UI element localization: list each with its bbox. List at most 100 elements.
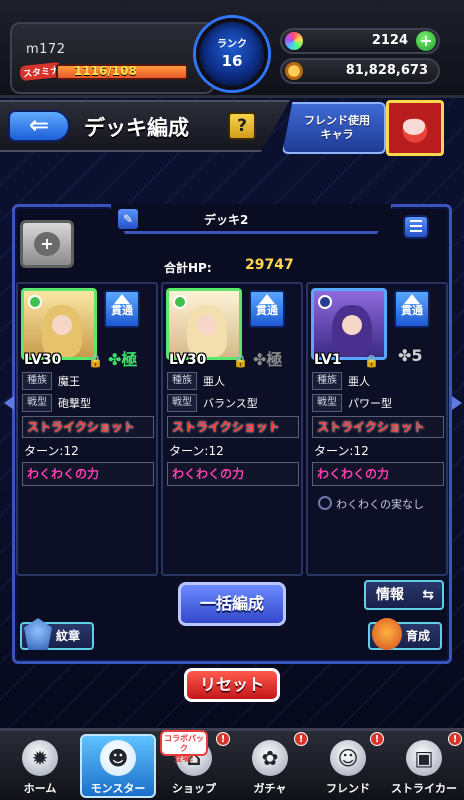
race-value: 亜人 [348, 375, 370, 388]
portrait-face [197, 315, 217, 335]
nav-monster-label: モンスター [90, 782, 146, 795]
monster-portrait[interactable] [166, 288, 242, 360]
waku-power-label[interactable]: わくわくの力 [312, 462, 444, 486]
type-row: 戦型 バランス型 [167, 394, 299, 412]
emblem-icon [24, 618, 52, 650]
type-row: 戦型 パワー型 [312, 394, 444, 412]
dark-element-icon [318, 295, 332, 309]
monster-icon: ☻ [100, 740, 136, 776]
type-row: 戦型 砲撃型 [22, 394, 154, 412]
friend-character-portrait[interactable] [386, 100, 444, 156]
nav-monster[interactable]: ☻ モンスター [80, 734, 156, 798]
orb-icon [285, 32, 303, 50]
switch-icon: ⇆ [422, 587, 434, 603]
race-row: 種族 亜人 [167, 372, 299, 390]
waku-power-label[interactable]: わくわくの力 [22, 462, 154, 486]
gacha-alert-badge: ! [294, 732, 308, 746]
strike-shot-label[interactable]: ストライクショット [312, 416, 444, 438]
waku-power-label[interactable]: わくわくの力 [167, 462, 299, 486]
wood-element-icon [28, 295, 42, 309]
luck-value: ✤5 [398, 346, 423, 365]
friend-character-button[interactable]: フレンド使用 キャラ [282, 102, 386, 154]
shop-alert-badge: ! [216, 732, 230, 746]
luck-value: ✤極 [253, 350, 283, 369]
strike-shot-turn: ターン:12 [24, 444, 79, 458]
race-key: 種族 [167, 372, 197, 390]
strike-shot-label[interactable]: ストライクショット [22, 416, 154, 438]
strike-shot-turn: ターン:12 [314, 444, 369, 458]
plus-icon: + [34, 232, 60, 256]
orb-count: 2124 [371, 33, 408, 48]
page-title: デッキ編成 [84, 116, 189, 140]
friend-alert-badge: ! [370, 732, 384, 746]
gacha-icon: ✿ [252, 740, 288, 776]
luck-value: ✤極 [108, 350, 138, 369]
pierce-label: 貫通 [256, 304, 278, 317]
emblem-button[interactable]: 紋章 [20, 618, 94, 650]
grow-icon [372, 618, 402, 650]
grow-label: 育成 [406, 629, 431, 643]
stamina-text: 1116/108 [74, 64, 137, 78]
monster-card-2[interactable]: 貫通 LV30 🔒 ✤極 種族 亜人 戦型 バランス型 ストライクショット ター… [161, 282, 303, 576]
pierce-badge: 貫通 [104, 290, 140, 328]
striker-alert-badge: ! [448, 732, 462, 746]
monster-level: LV1 [314, 352, 342, 368]
total-hp-value: 29747 [245, 257, 294, 273]
type-value: 砲撃型 [58, 397, 91, 410]
emblem-label: 紋章 [56, 629, 81, 643]
race-value: 亜人 [203, 375, 225, 388]
friend-button-line2: キャラ [320, 128, 354, 141]
coin-counter: 81,828,673 [280, 58, 440, 84]
lock-icon[interactable]: 🔒 [88, 354, 103, 368]
bulk-edit-button[interactable]: 一括編成 [178, 582, 286, 626]
rank-label: ランク [217, 39, 247, 50]
monster-portrait[interactable] [311, 288, 387, 360]
monster-card-1[interactable]: 貫通 LV30 🔒 ✤極 種族 魔王 戦型 砲撃型 ストライクショット ターン:… [16, 282, 158, 576]
nav-home-label: ホーム [23, 782, 57, 795]
deck-tab [108, 204, 394, 234]
nav-home[interactable]: ✹ ホーム [2, 732, 78, 800]
nav-gacha-label: ガチャ [253, 782, 287, 795]
collab-line2: 登場! [174, 754, 194, 763]
info-toggle-button[interactable]: 情報 ⇆ [364, 580, 444, 610]
rank-badge[interactable]: ランク 16 [196, 18, 268, 90]
pierce-badge: 貫通 [394, 290, 430, 328]
player-panel[interactable] [10, 22, 215, 94]
add-orbs-button[interactable]: + [416, 31, 436, 51]
pierce-label: 貫通 [401, 304, 423, 317]
reset-button[interactable]: リセット [184, 668, 280, 702]
friend-icon: ☺ [330, 740, 366, 776]
type-key: 戦型 [312, 394, 342, 412]
race-row: 種族 魔王 [22, 372, 154, 390]
monster-card-3[interactable]: 貫通 LV1 🔒 ✤5 種族 亜人 戦型 パワー型 ストライクショット ターン:… [306, 282, 448, 576]
lock-icon[interactable]: 🔒 [233, 354, 248, 368]
back-button[interactable]: ⇐ [8, 110, 70, 142]
strike-shot-label[interactable]: ストライクショット [167, 416, 299, 438]
info-label: 情報 [376, 587, 404, 603]
type-key: 戦型 [22, 394, 52, 412]
coin-count: 81,828,673 [345, 63, 428, 78]
no-waku-fruit-note: わくわくの実なし [318, 496, 424, 512]
portrait-face [342, 315, 362, 335]
type-key: 戦型 [167, 394, 197, 412]
deck-list-button[interactable] [403, 215, 429, 239]
portrait-face [52, 315, 72, 335]
friend-button-line1: フレンド使用 [304, 114, 370, 127]
type-value: バランス型 [203, 397, 258, 410]
wood-element-icon [173, 295, 187, 309]
collab-pack-badge: コラボパック 登場! [160, 730, 208, 763]
help-button[interactable]: ? [228, 112, 256, 140]
home-icon: ✹ [22, 740, 58, 776]
monster-portrait[interactable] [21, 288, 97, 360]
nav-friend-label: フレンド [326, 782, 370, 795]
striker-icon: ▣ [406, 740, 442, 776]
add-slot-button[interactable]: + [20, 220, 74, 268]
collab-line1: コラボパック [164, 734, 204, 753]
monster-level: LV30 [24, 352, 62, 368]
deck-name: デッキ2 [204, 213, 249, 227]
grow-button[interactable]: 育成 [368, 618, 442, 650]
edit-deck-name-button[interactable]: ✎ [118, 209, 138, 229]
lock-icon[interactable]: 🔒 [364, 354, 379, 368]
orb-counter: 2124 + [280, 28, 440, 54]
race-value: 魔王 [58, 375, 80, 388]
